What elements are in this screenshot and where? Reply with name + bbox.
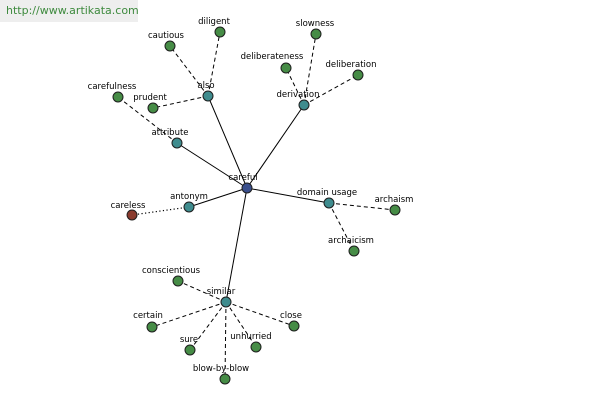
word-relation-graph: careful also derivation attribute antonym dom… [88, 17, 414, 385]
graph-edges [117, 31, 396, 380]
relation-label-derivation[interactable]: derivation [276, 90, 319, 100]
relation-label-antonym[interactable]: antonym [170, 192, 208, 202]
word-label-deliberateness[interactable]: deliberateness [241, 52, 304, 62]
edge-similar-certain [151, 301, 227, 328]
word-label-sure[interactable]: sure [180, 335, 198, 345]
relation-node-derivation[interactable] [298, 99, 310, 111]
word-label-blow-by-blow[interactable]: blow-by-blow [193, 364, 249, 374]
word-node-deliberateness[interactable] [280, 62, 292, 74]
relation-node-antonym[interactable] [183, 201, 195, 213]
relation-node-similar[interactable] [220, 296, 232, 308]
word-label-certain[interactable]: certain [133, 311, 163, 321]
word-label-archaism[interactable]: archaism [375, 195, 414, 205]
graph-labels: careful also derivation attribute antonym dom… [88, 17, 414, 374]
word-label-prudent[interactable]: prudent [133, 93, 167, 103]
word-label-slowness[interactable]: slowness [296, 19, 335, 29]
word-node-careless[interactable] [126, 209, 138, 221]
relation-label-similar[interactable]: similar [207, 287, 236, 297]
center-label-careful[interactable]: careful [228, 173, 257, 183]
word-label-diligent[interactable]: diligent [198, 17, 230, 27]
word-label-conscientious[interactable]: conscientious [142, 266, 201, 276]
word-label-deliberation[interactable]: deliberation [326, 60, 377, 70]
word-node-archaicism[interactable] [348, 245, 360, 257]
relation-label-also[interactable]: also [197, 81, 214, 91]
relation-node-also[interactable] [202, 90, 214, 102]
word-node-close[interactable] [288, 320, 300, 332]
word-label-careless[interactable]: careless [111, 201, 146, 211]
word-label-archaicism[interactable]: archaicism [328, 236, 374, 246]
word-node-prudent[interactable] [147, 102, 159, 114]
word-node-deliberation[interactable] [352, 69, 364, 81]
relation-node-attribute[interactable] [171, 137, 183, 149]
relation-node-domain-usage[interactable] [323, 197, 335, 209]
relation-label-domain-usage[interactable]: domain usage [297, 188, 357, 198]
word-label-close[interactable]: close [280, 311, 302, 321]
edge-careful-similar [225, 187, 248, 303]
word-node-archaism[interactable] [389, 204, 401, 216]
word-node-sure[interactable] [184, 344, 196, 356]
word-node-certain[interactable] [146, 321, 158, 333]
word-node-diligent[interactable] [214, 26, 226, 38]
word-label-carefulness[interactable]: carefulness [88, 82, 137, 92]
word-label-unhurried[interactable]: unhurried [230, 332, 271, 342]
word-node-carefulness[interactable] [112, 91, 124, 103]
word-node-conscientious[interactable] [172, 275, 184, 287]
word-node-cautious[interactable] [164, 40, 176, 52]
word-node-blow-by-blow[interactable] [219, 373, 231, 385]
relation-label-attribute[interactable]: attribute [151, 128, 188, 138]
word-label-cautious[interactable]: cautious [148, 31, 185, 41]
word-node-unhurried[interactable] [250, 341, 262, 353]
word-node-slowness[interactable] [310, 28, 322, 40]
center-node-careful[interactable] [241, 182, 253, 194]
